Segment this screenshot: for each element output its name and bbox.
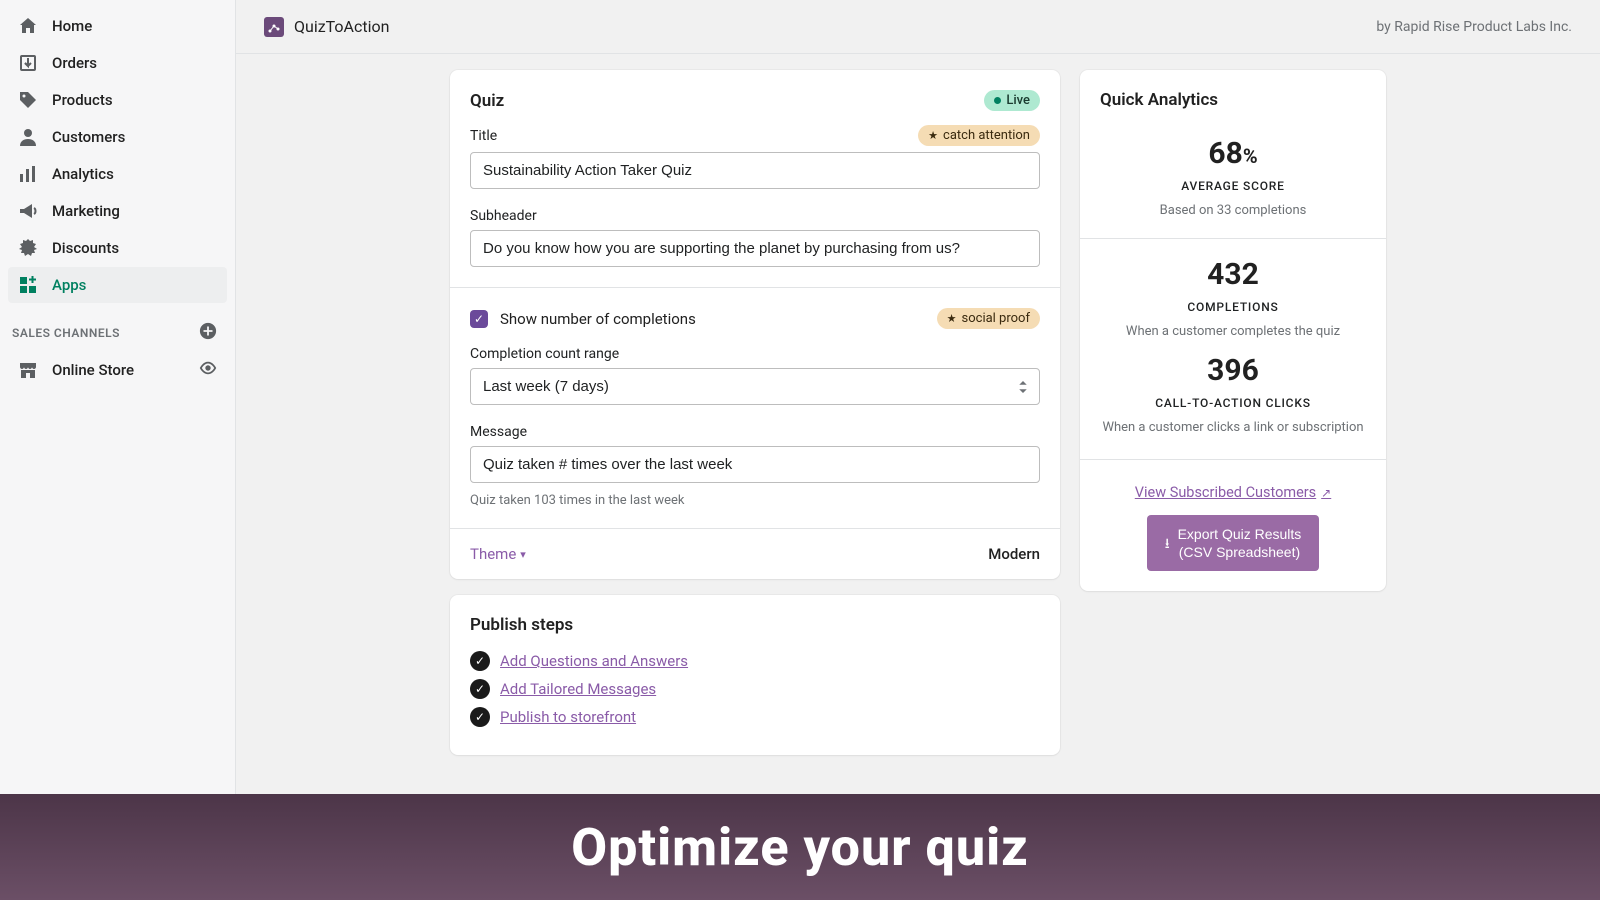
sidebar-item-label: Analytics bbox=[52, 165, 114, 183]
step-link-publish[interactable]: Publish to storefront bbox=[500, 708, 636, 726]
sidebar-item-discounts[interactable]: Discounts bbox=[8, 230, 227, 266]
message-preview: Quiz taken 103 times in the last week bbox=[470, 493, 1040, 508]
sidebar-item-customers[interactable]: Customers bbox=[8, 119, 227, 155]
sidebar-item-label: Apps bbox=[52, 276, 86, 294]
completions-value: 432 bbox=[1090, 257, 1376, 292]
sidebar-item-label: Discounts bbox=[52, 239, 119, 257]
completions-sub: When a customer completes the quiz bbox=[1090, 324, 1376, 339]
channel-label: Online Store bbox=[52, 361, 199, 379]
sidebar-item-label: Products bbox=[52, 91, 113, 109]
catch-attention-tag: catch attention bbox=[918, 125, 1040, 146]
megaphone-icon bbox=[18, 201, 38, 221]
sidebar-item-label: Marketing bbox=[52, 202, 120, 220]
publish-title: Publish steps bbox=[470, 615, 1040, 635]
step-link-messages[interactable]: Add Tailored Messages bbox=[500, 680, 656, 698]
subheader-label: Subheader bbox=[470, 208, 537, 224]
store-icon bbox=[18, 360, 38, 380]
cta-value: 396 bbox=[1090, 353, 1376, 388]
message-label: Message bbox=[470, 424, 527, 440]
download-icon: ⭳ bbox=[1165, 534, 1170, 552]
app-logo-icon bbox=[264, 17, 284, 37]
home-icon bbox=[18, 16, 38, 36]
sidebar-item-label: Customers bbox=[52, 128, 125, 146]
status-badge: Live bbox=[984, 90, 1040, 111]
orders-icon bbox=[18, 53, 38, 73]
publish-step-1: ✓ Add Questions and Answers bbox=[470, 651, 1040, 671]
tag-icon bbox=[18, 90, 38, 110]
completions-label: COMPLETIONS bbox=[1090, 300, 1376, 314]
sales-channels-header: SALES CHANNELS bbox=[0, 304, 235, 351]
publish-step-2: ✓ Add Tailored Messages bbox=[470, 679, 1040, 699]
range-select[interactable]: Last week (7 days) bbox=[470, 368, 1040, 405]
range-label: Completion count range bbox=[470, 346, 619, 362]
external-link-icon: ↗ bbox=[1321, 486, 1331, 500]
apps-icon bbox=[18, 275, 38, 295]
check-icon: ✓ bbox=[470, 679, 490, 699]
sidebar-item-home[interactable]: Home bbox=[8, 8, 227, 44]
sidebar-item-analytics[interactable]: Analytics bbox=[8, 156, 227, 192]
avg-score-value: 68% bbox=[1110, 136, 1356, 171]
sidebar-item-label: Home bbox=[52, 17, 92, 35]
subheader-input[interactable] bbox=[470, 230, 1040, 267]
eye-icon[interactable] bbox=[199, 359, 217, 381]
sidebar-item-products[interactable]: Products bbox=[8, 82, 227, 118]
analytics-title: Quick Analytics bbox=[1100, 90, 1366, 110]
sidebar-item-label: Orders bbox=[52, 54, 97, 72]
person-icon bbox=[18, 127, 38, 147]
theme-dropdown[interactable]: Theme bbox=[470, 545, 526, 563]
sidebar-item-online-store[interactable]: Online Store bbox=[0, 351, 235, 389]
show-completions-label: Show number of completions bbox=[500, 310, 696, 328]
app-title: QuizToAction bbox=[294, 17, 389, 36]
step-link-questions[interactable]: Add Questions and Answers bbox=[500, 652, 688, 670]
view-subscribed-link[interactable]: View Subscribed Customers↗ bbox=[1135, 484, 1331, 501]
theme-value: Modern bbox=[988, 545, 1040, 563]
sidebar: Home Orders Products Customers Analytics… bbox=[0, 0, 236, 900]
cta-label: CALL-TO-ACTION CLICKS bbox=[1090, 396, 1376, 410]
social-proof-tag: social proof bbox=[937, 308, 1040, 329]
cta-sub: When a customer clicks a link or subscri… bbox=[1090, 420, 1376, 435]
title-input[interactable] bbox=[470, 152, 1040, 189]
banner-text: Optimize your quiz bbox=[571, 817, 1029, 878]
app-header: QuizToAction by Rapid Rise Product Labs … bbox=[236, 0, 1600, 54]
section-label: SALES CHANNELS bbox=[12, 326, 120, 340]
check-icon: ✓ bbox=[470, 707, 490, 727]
add-channel-button[interactable] bbox=[199, 322, 217, 343]
sidebar-item-orders[interactable]: Orders bbox=[8, 45, 227, 81]
discount-icon bbox=[18, 238, 38, 258]
message-input[interactable] bbox=[470, 446, 1040, 483]
status-dot-icon bbox=[994, 97, 1001, 104]
quiz-card-title: Quiz bbox=[470, 91, 504, 111]
chart-icon bbox=[18, 164, 38, 184]
analytics-card: Quick Analytics 68% AVERAGE SCORE Based … bbox=[1080, 70, 1386, 591]
quiz-card: Quiz Live Title catch attention Subheade… bbox=[450, 70, 1060, 579]
avg-score-label: AVERAGE SCORE bbox=[1110, 179, 1356, 193]
main-content: Quiz Live Title catch attention Subheade… bbox=[236, 54, 1600, 900]
byline: by Rapid Rise Product Labs Inc. bbox=[1376, 19, 1572, 35]
sidebar-item-apps[interactable]: Apps bbox=[8, 267, 227, 303]
check-icon: ✓ bbox=[470, 651, 490, 671]
avg-score-sub: Based on 33 completions bbox=[1110, 203, 1356, 218]
sidebar-item-marketing[interactable]: Marketing bbox=[8, 193, 227, 229]
title-field-label: Title bbox=[470, 128, 497, 144]
export-button[interactable]: ⭳ Export Quiz Results(CSV Spreadsheet) bbox=[1147, 515, 1320, 571]
publish-card: Publish steps ✓ Add Questions and Answer… bbox=[450, 595, 1060, 755]
show-completions-checkbox[interactable]: ✓ bbox=[470, 310, 488, 328]
promo-banner: Optimize your quiz bbox=[0, 794, 1600, 900]
publish-step-3: ✓ Publish to storefront bbox=[470, 707, 1040, 727]
